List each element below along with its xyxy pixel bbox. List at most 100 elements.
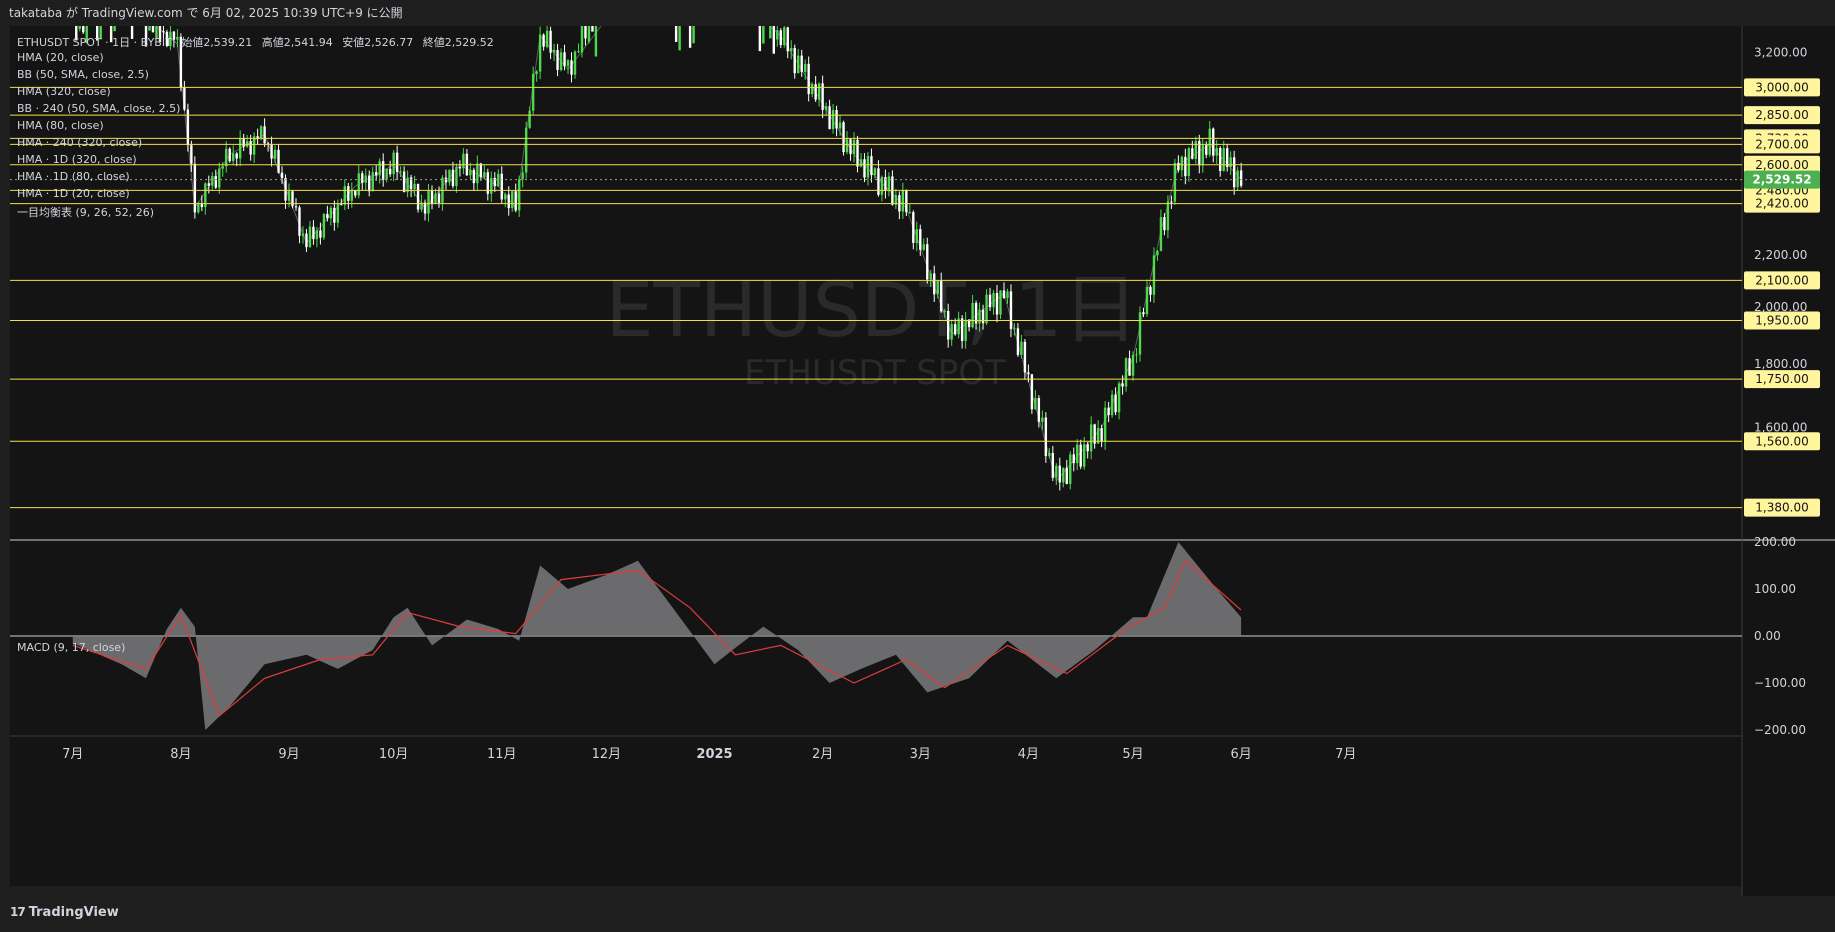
indicator-legend-bb240[interactable]: BB · 240 (50, SMA, close, 2.5) (17, 102, 180, 115)
candle-body (511, 191, 514, 209)
indicator-legend-bb[interactable]: BB (50, SMA, close, 2.5) (17, 68, 149, 81)
candle-body (922, 244, 925, 250)
candle-body (1107, 407, 1110, 416)
candle-body (985, 294, 988, 324)
tradingview-logo[interactable]: 17 TradingView (10, 905, 119, 920)
candle-body (1006, 291, 1009, 299)
candle-body (340, 204, 343, 206)
candle-body (1159, 217, 1163, 251)
candle-body (500, 173, 503, 200)
last-price-label: 2,529.52 (1752, 173, 1811, 187)
candle-body (563, 52, 566, 67)
high-value: 2,541.94 (283, 36, 333, 49)
candle-body (392, 152, 395, 175)
candle-body (322, 213, 326, 238)
candle-body (981, 309, 985, 324)
candle-body (252, 136, 256, 155)
candle-body (1093, 424, 1096, 444)
level-label: 2,100.00 (1755, 273, 1808, 287)
time-tick-label: 10月 (379, 747, 409, 762)
candle-body (776, 30, 779, 40)
time-tick-label: 4月 (1018, 747, 1039, 762)
candle-body (218, 168, 221, 188)
candle-body (368, 175, 371, 192)
candle-body (413, 183, 416, 190)
candle-body (434, 193, 437, 204)
candle-body (458, 166, 462, 169)
candle-body (1194, 140, 1198, 159)
candle-body (538, 34, 542, 72)
candle-body (1016, 328, 1020, 355)
candle-body (364, 175, 367, 183)
indicator-legend-hma240[interactable]: HMA · 240 (320, close) (17, 136, 142, 149)
high-label: 高値 (261, 36, 284, 49)
candle-body (371, 172, 374, 192)
candle-body (1149, 286, 1152, 295)
candle-body (238, 137, 242, 159)
candle-body (810, 84, 814, 95)
level-label: 2,700.00 (1755, 137, 1808, 151)
candle-body (999, 290, 1002, 315)
indicator-legend-hma1d-80[interactable]: HMA · 1D (80, close) (17, 170, 130, 183)
candle-body (1034, 398, 1037, 410)
candle-body (807, 63, 810, 95)
candle-body (1138, 312, 1142, 355)
candle-body (162, 31, 165, 33)
candle-body (490, 177, 493, 194)
indicator-legend-hma1d-320[interactable]: HMA · 1D (320, close) (17, 153, 137, 166)
candle-body (769, 26, 772, 39)
chart-area[interactable]: ETHUSDT, 1日 ETHUSDT SPOT 3,000.00 2,850.0… (0, 26, 1835, 896)
candle-body (845, 139, 849, 153)
candle-body (385, 168, 388, 180)
candle-body (347, 186, 350, 201)
candle-body (319, 230, 322, 238)
candle-body (1215, 147, 1218, 156)
level-label: 1,380.00 (1755, 501, 1808, 515)
candle-body (552, 50, 556, 53)
price-tick-label: 1,600.00 (1754, 421, 1807, 435)
candle-body (1072, 454, 1075, 464)
candle-body (1009, 291, 1013, 329)
macd-legend[interactable]: MACD (9, 17, close) (17, 641, 125, 654)
candle-body (326, 213, 329, 219)
candle-body (873, 168, 877, 176)
candle-body (151, 26, 155, 33)
candle-body (866, 156, 870, 178)
candle-body (828, 106, 831, 129)
indicator-legend-hma80[interactable]: HMA (80, close) (17, 119, 104, 132)
indicator-legend-hma320[interactable]: HMA (320, close) (17, 85, 111, 98)
candle-body (1089, 424, 1093, 452)
candle-body (388, 168, 392, 175)
candle-body (423, 202, 427, 214)
price-tick-label: 1,800.00 (1754, 357, 1807, 371)
time-tick-label: 8月 (170, 747, 191, 762)
candle-body (1222, 148, 1225, 171)
candle-body (82, 26, 85, 33)
candle-body (1103, 407, 1107, 442)
candle-body (817, 83, 821, 100)
candle-body (1058, 465, 1061, 483)
indicator-legend-ichimoku[interactable]: 一目均衡表 (9, 26, 52, 26) (17, 204, 154, 220)
candle-body (1184, 156, 1187, 177)
candle-body (1023, 341, 1027, 373)
indicator-legend-hma20[interactable]: HMA (20, close) (17, 51, 104, 64)
close-value: 2,529.52 (444, 36, 494, 49)
price-tick-label: 3,200.00 (1754, 45, 1807, 59)
candle-body (193, 163, 197, 213)
footer-bar (0, 896, 1835, 932)
candle-body (399, 171, 402, 173)
candle-body (298, 207, 301, 236)
candle-body (933, 273, 936, 295)
indicator-legend-hma1d-20[interactable]: HMA · 1D (20, close) (17, 187, 130, 200)
candle-body (971, 302, 974, 328)
time-tick-label: 7月 (62, 747, 83, 762)
candle-body (273, 149, 277, 159)
candle-body (476, 163, 479, 184)
candle-body (995, 292, 999, 315)
candle-body (235, 153, 238, 159)
candle-body (559, 52, 563, 70)
candle-body (1177, 162, 1180, 171)
candle-body (1163, 217, 1166, 231)
candle-body (859, 159, 863, 167)
candle-body (1117, 383, 1121, 413)
